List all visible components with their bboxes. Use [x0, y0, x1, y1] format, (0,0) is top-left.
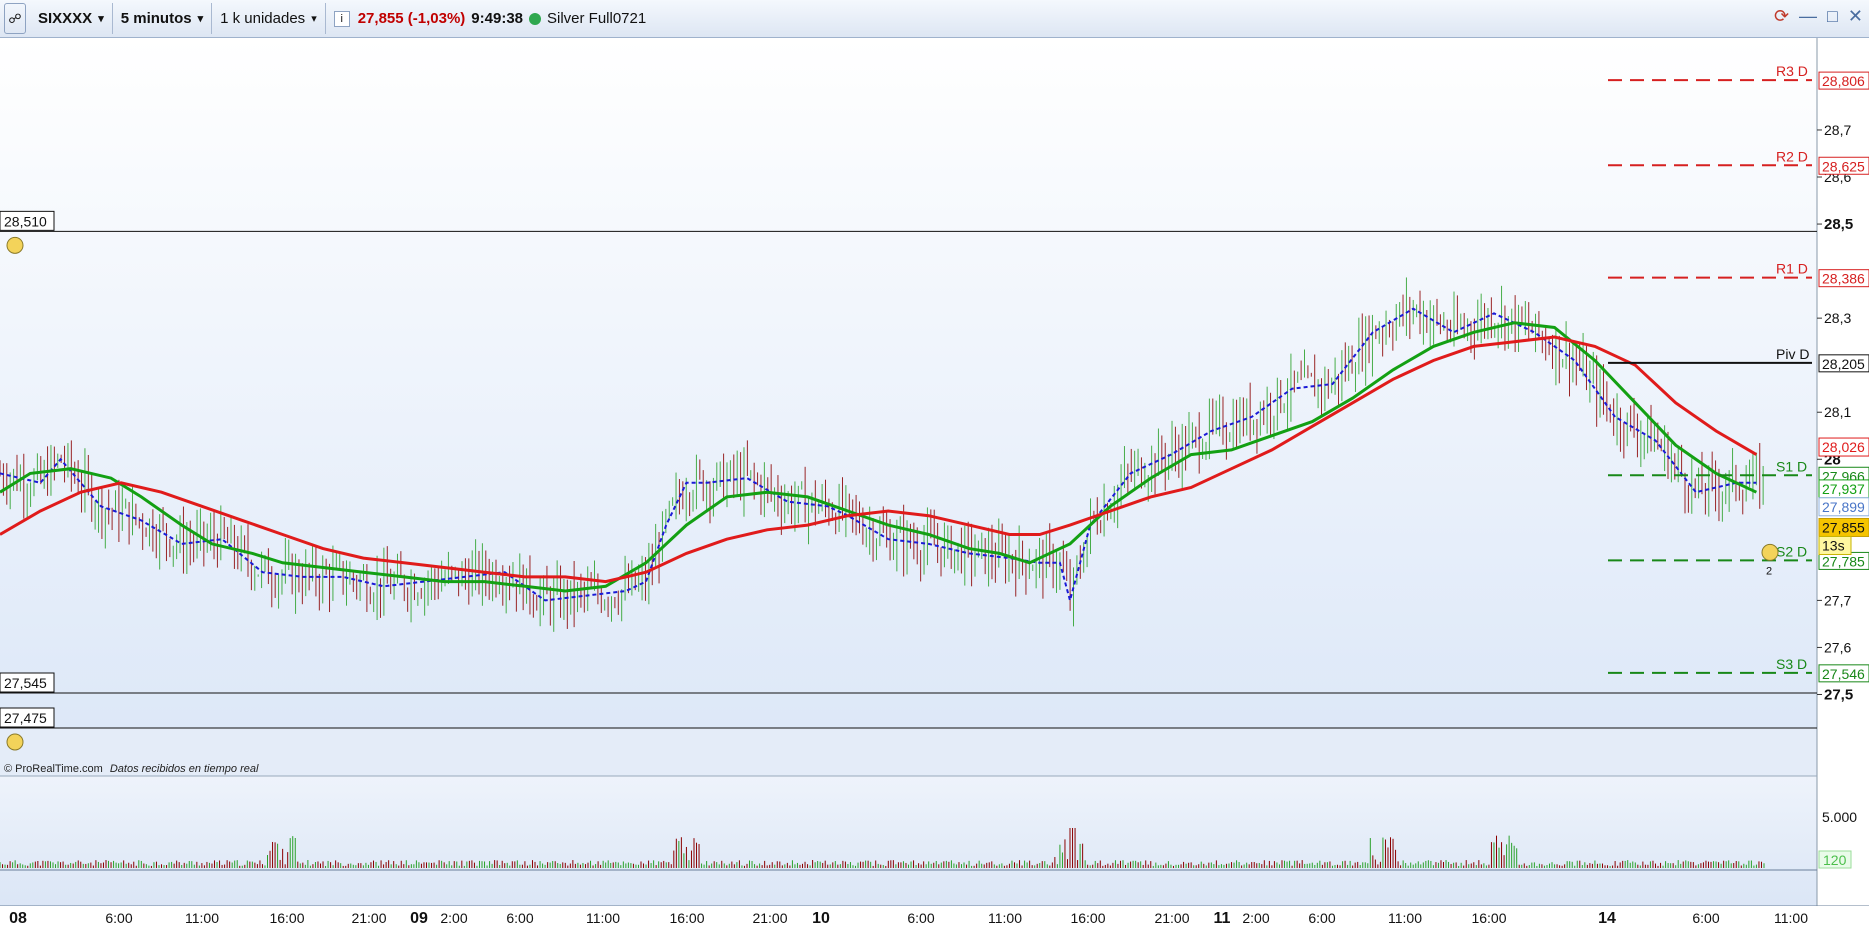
bell-icon [6, 236, 24, 254]
separator-panel [0, 728, 1817, 776]
y-tick-label: 27,5 [1824, 686, 1853, 703]
x-tick-label: 11:00 [1774, 910, 1808, 926]
x-tick-label: 6:00 [506, 910, 533, 926]
x-tick-label: 21:00 [752, 910, 787, 926]
volume-value: 120 [1823, 852, 1847, 868]
pivot-value-text: 28,806 [1822, 73, 1865, 89]
pivot-value-text: 27,785 [1822, 553, 1865, 569]
x-tick-label: 11:00 [988, 910, 1022, 926]
x-tick-label: 16:00 [1070, 910, 1105, 926]
x-tick-label: 6:00 [907, 910, 934, 926]
y-tick-label: 28,3 [1824, 310, 1851, 326]
x-tick-label: 08 [9, 910, 27, 927]
alert-count: 2 [1766, 565, 1772, 577]
y-tick-label: 27,7 [1824, 592, 1851, 608]
bell-icon [6, 733, 24, 751]
x-tick-label: 2:00 [440, 910, 467, 926]
x-tick-label: 11 [1214, 910, 1231, 927]
pivot-value-text: 28,386 [1822, 271, 1865, 287]
alert-label: 27,545 [4, 675, 47, 691]
x-tick-label: 2:00 [1242, 910, 1269, 926]
price-panel-background [0, 38, 1817, 728]
pivot-label: S1 D [1776, 458, 1807, 474]
pivot-value-text: 28,205 [1822, 356, 1865, 372]
pivot-label: S2 D [1776, 543, 1807, 559]
x-tick-label: 6:00 [1692, 910, 1719, 926]
x-tick-label: 6:00 [1308, 910, 1335, 926]
credit-text: © ProRealTime.com Datos recibidos en tie… [4, 763, 259, 775]
alert-label: 27,475 [4, 710, 47, 726]
x-tick-label: 11:00 [586, 910, 620, 926]
x-tick-label: 21:00 [351, 910, 386, 926]
x-tick-label: 11:00 [1388, 910, 1422, 926]
pivot-label: S3 D [1776, 656, 1807, 672]
pivot-value-text: 27,546 [1822, 666, 1865, 682]
x-tick-label: 14 [1598, 910, 1616, 927]
pivot-label: R1 D [1776, 261, 1808, 277]
volume-panel-background [0, 776, 1817, 906]
x-tick-label: 09 [410, 910, 428, 927]
pivot-label: R2 D [1776, 148, 1808, 164]
x-tick-label: 16:00 [1471, 910, 1506, 926]
countdown-text: 13s [1822, 537, 1845, 553]
x-tick-label: 16:00 [269, 910, 304, 926]
price-tag-text: 27,899 [1822, 499, 1865, 515]
price-tag-text: 27,937 [1822, 481, 1865, 497]
price-chart[interactable]: 28,728,628,528,328,12827,727,627,5 R3 D2… [0, 0, 1869, 929]
y-tick-label: 28,7 [1824, 122, 1851, 138]
x-tick-label: 11:00 [185, 910, 219, 926]
y-tick-label: 28,5 [1824, 216, 1853, 233]
y-tick-label: 28,1 [1824, 404, 1851, 420]
pivot-label: R3 D [1776, 63, 1808, 79]
pivot-label: Piv D [1776, 346, 1809, 362]
price-tag-text: 28,026 [1822, 439, 1865, 455]
pivot-value-text: 28,625 [1822, 158, 1865, 174]
x-tick-label: 16:00 [669, 910, 704, 926]
bell-icon [1761, 543, 1779, 561]
x-tick-label: 10 [812, 910, 830, 927]
x-tick-label: 6:00 [105, 910, 132, 926]
x-tick-label: 21:00 [1154, 910, 1189, 926]
y-tick-label: 27,6 [1824, 639, 1851, 655]
price-tag-text: 27,855 [1822, 519, 1865, 535]
alert-label: 28,510 [4, 213, 47, 229]
volume-axis-label: 5.000 [1822, 809, 1857, 825]
